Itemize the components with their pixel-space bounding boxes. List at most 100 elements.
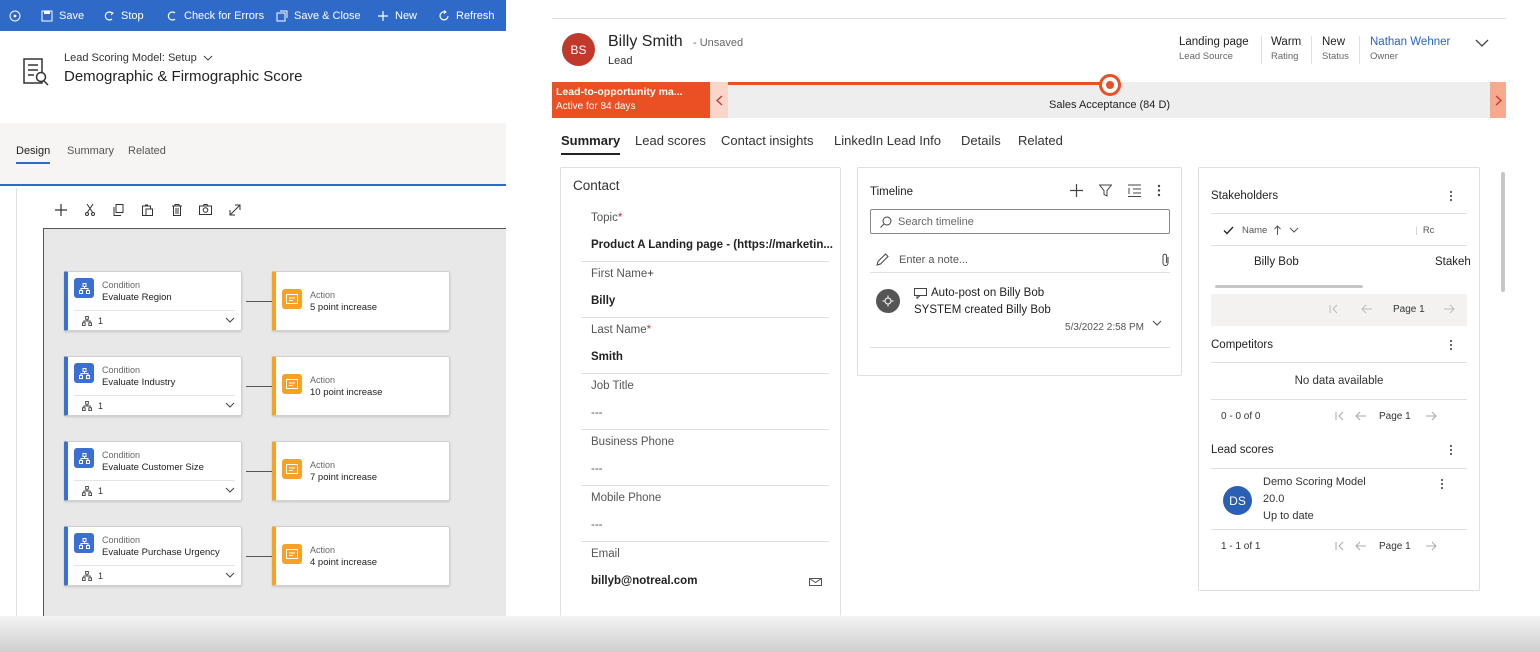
delete-button[interactable] <box>169 202 184 217</box>
paste-button[interactable] <box>140 202 155 217</box>
save-close-icon <box>276 10 288 21</box>
paperclip-icon[interactable] <box>1161 253 1170 267</box>
field-mobile-phone[interactable]: Mobile Phone --- <box>581 486 829 542</box>
next-page-icon[interactable] <box>1425 411 1437 421</box>
condition-card[interactable]: Condition Evaluate Industry 1 <box>64 356 242 416</box>
action-name: 5 point increase <box>310 302 378 313</box>
email-icon[interactable] <box>809 578 822 588</box>
condition-card[interactable]: Condition Evaluate Region 1 <box>64 271 242 331</box>
delete-icon <box>171 203 182 216</box>
current-stage-label[interactable]: Sales Acceptance (84 D) <box>1049 99 1170 111</box>
save-close-button[interactable]: Save & Close <box>276 0 361 31</box>
model-subtitle[interactable]: Lead Scoring Model: Setup <box>64 52 213 64</box>
save-icon <box>41 10 53 21</box>
more-icon[interactable] <box>1449 339 1453 351</box>
note-input[interactable]: Enter a note... <box>870 247 1170 273</box>
save-button[interactable]: Save <box>41 0 84 31</box>
score-icon <box>282 289 302 309</box>
tab-design[interactable]: Design <box>16 145 51 164</box>
snapshot-button[interactable] <box>198 202 213 217</box>
more-icon[interactable] <box>1449 444 1453 456</box>
branch-footer[interactable]: 1 <box>74 480 235 500</box>
action-card[interactable]: Action 4 point increase <box>272 526 450 586</box>
process-next-button[interactable] <box>1490 82 1506 118</box>
tab-related[interactable]: Related <box>128 145 166 157</box>
tab-contact-insights[interactable]: Contact insights <box>721 133 814 148</box>
divider <box>1211 245 1467 246</box>
cut-button[interactable] <box>82 202 97 217</box>
tab-summary[interactable]: Summary <box>67 145 114 157</box>
field-business-phone[interactable]: Business Phone --- <box>581 430 829 486</box>
action-card[interactable]: Action 7 point increase <box>272 441 450 501</box>
timeline-post[interactable]: Auto-post on Billy Bob SYSTEM created Bi… <box>870 278 1170 348</box>
first-page-icon[interactable] <box>1335 541 1345 551</box>
vertical-scrollbar[interactable] <box>1501 172 1505 292</box>
copy-button[interactable] <box>111 202 126 217</box>
next-page-icon[interactable] <box>1425 541 1437 551</box>
field-label: First Name+ <box>591 268 654 280</box>
process-stage[interactable]: Lead-to-opportunity ma... Active for 84 … <box>552 82 710 118</box>
action-card[interactable]: Action 10 point increase <box>272 356 450 416</box>
field-first-name[interactable]: First Name+ Billy <box>581 262 829 318</box>
owner-link[interactable]: Nathan Wehner <box>1370 36 1450 48</box>
process-stage-marker[interactable] <box>1099 74 1121 96</box>
next-page-icon[interactable] <box>1443 304 1455 314</box>
condition-card[interactable]: Condition Evaluate Customer Size 1 <box>64 441 242 501</box>
action-card[interactable]: Action 5 point increase <box>272 271 450 331</box>
field-value: Product A Landing page - (https://market… <box>591 239 833 251</box>
prev-page-icon[interactable] <box>1361 304 1373 314</box>
tab-summary[interactable]: Summary <box>561 133 621 155</box>
column-header-name[interactable]: Name <box>1242 225 1267 236</box>
plus-icon[interactable] <box>1070 184 1083 197</box>
entity-type: Lead <box>608 55 633 67</box>
field-email[interactable]: Email billyb@notreal.com <box>581 542 829 598</box>
first-page-icon[interactable] <box>1329 304 1339 314</box>
check-mark-icon[interactable] <box>1223 226 1234 235</box>
add-button[interactable] <box>53 202 68 217</box>
table-row[interactable]: Billy Bob Stakeh <box>1211 252 1471 274</box>
info-button[interactable] <box>9 0 21 31</box>
first-page-icon[interactable] <box>1335 411 1345 421</box>
refresh-button[interactable]: Refresh <box>438 0 495 31</box>
field-last-name[interactable]: Last Name* Smith <box>581 318 829 374</box>
more-icon[interactable] <box>1440 478 1444 490</box>
lead-score-item[interactable]: DS Demo Scoring Model 20.0 Up to date <box>1211 473 1467 529</box>
tab-details[interactable]: Details <box>961 133 1001 148</box>
field-job-title[interactable]: Job Title --- <box>581 374 829 430</box>
tab-linkedin-lead-info[interactable]: LinkedIn Lead Info <box>834 133 941 148</box>
column-header-role[interactable]: Rc <box>1423 225 1435 236</box>
process-active-for: Active for 84 days <box>556 101 636 112</box>
record-count: 1 - 1 of 1 <box>1221 541 1261 552</box>
field-label-text: Topic <box>591 212 618 224</box>
action-name: 4 point increase <box>310 557 378 568</box>
chevron-down-icon[interactable] <box>1289 227 1299 234</box>
divider <box>1359 36 1360 64</box>
check-icon <box>167 10 176 21</box>
process-prev-button[interactable] <box>710 82 728 118</box>
check-errors-button[interactable]: Check for Errors <box>166 0 264 31</box>
prev-page-icon[interactable] <box>1355 541 1367 551</box>
branch-footer[interactable]: 1 <box>74 395 235 415</box>
contact-section: Contact Topic* Product A Landing page - … <box>560 167 841 616</box>
expand-button[interactable] <box>227 202 242 217</box>
more-icon[interactable] <box>1449 190 1453 202</box>
filter-icon[interactable] <box>1099 184 1112 197</box>
field-topic[interactable]: Topic* Product A Landing page - (https:/… <box>581 206 833 262</box>
chevron-down-icon[interactable] <box>1475 39 1489 48</box>
tab-related[interactable]: Related <box>1018 133 1063 148</box>
more-icon[interactable] <box>1157 184 1161 197</box>
horizontal-scrollbar[interactable] <box>1215 285 1363 288</box>
branch-footer[interactable]: 1 <box>74 310 235 330</box>
list-icon[interactable] <box>1128 184 1141 197</box>
stop-button[interactable]: Stop <box>103 0 144 31</box>
timeline-search-input[interactable]: Search timeline <box>870 209 1170 234</box>
new-button[interactable]: New <box>377 0 417 31</box>
branch-footer[interactable]: 1 <box>74 565 235 585</box>
chevron-down-icon[interactable] <box>1152 320 1162 327</box>
model-subtitle-text: Lead Scoring Model: Setup <box>64 52 197 64</box>
prev-page-icon[interactable] <box>1355 411 1367 421</box>
scoring-canvas[interactable]: Condition Evaluate Region 1 Action 5 poi… <box>43 228 506 616</box>
tab-lead-scores[interactable]: Lead scores <box>635 133 706 148</box>
branch-icon <box>82 315 92 326</box>
condition-card[interactable]: Condition Evaluate Purchase Urgency 1 <box>64 526 242 586</box>
